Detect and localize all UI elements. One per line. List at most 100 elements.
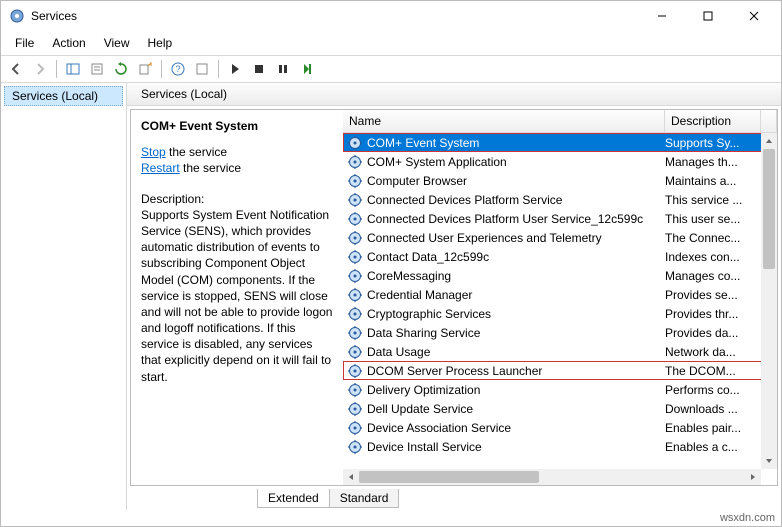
service-desc: Manages th... <box>665 155 761 169</box>
stop-service-button[interactable] <box>248 58 270 80</box>
back-button[interactable] <box>5 58 27 80</box>
service-desc: Manages co... <box>665 269 761 283</box>
gear-icon <box>347 401 363 417</box>
properties-button[interactable] <box>86 58 108 80</box>
maximize-button[interactable] <box>685 2 731 30</box>
column-description[interactable]: Description <box>665 110 761 132</box>
vertical-scrollbar[interactable] <box>761 133 777 469</box>
gear-icon <box>347 306 363 322</box>
service-row[interactable]: Data UsageNetwork da... <box>343 342 777 361</box>
service-row[interactable]: Data Sharing ServiceProvides da... <box>343 323 777 342</box>
scroll-up-icon[interactable] <box>761 133 777 149</box>
tree-root-label: Services (Local) <box>12 89 98 103</box>
service-row[interactable]: Connected Devices Platform User Service_… <box>343 209 777 228</box>
tree-root-item[interactable]: Services (Local) <box>4 86 123 106</box>
restart-link[interactable]: Restart <box>141 161 180 175</box>
service-desc: The Connec... <box>665 231 761 245</box>
service-name: Contact Data_12c599c <box>367 250 665 264</box>
main-body: Services (Local) Services (Local) COM+ E… <box>1 83 781 510</box>
service-name: Connected Devices Platform User Service_… <box>367 212 665 226</box>
service-row[interactable]: DCOM Server Process LauncherThe DCOM... <box>343 361 777 380</box>
service-row[interactable]: Computer BrowserMaintains a... <box>343 171 777 190</box>
watermark: wsxdn.com <box>1 510 781 526</box>
help-button[interactable]: ? <box>167 58 189 80</box>
forward-button[interactable] <box>29 58 51 80</box>
gear-icon <box>347 439 363 455</box>
service-desc: Supports Sy... <box>665 136 761 150</box>
service-name: Device Install Service <box>367 440 665 454</box>
service-desc: Performs co... <box>665 383 761 397</box>
horizontal-scrollbar[interactable] <box>343 469 761 485</box>
service-desc: Provides da... <box>665 326 761 340</box>
start-service-button[interactable] <box>224 58 246 80</box>
service-list[interactable]: Name Description COM+ Event SystemSuppor… <box>343 110 777 485</box>
gear-icon <box>347 268 363 284</box>
description-text: Supports System Event Notification Servi… <box>141 207 333 385</box>
service-row[interactable]: Contact Data_12c599cIndexes con... <box>343 247 777 266</box>
service-row[interactable]: Device Install ServiceEnables a c... <box>343 437 777 456</box>
scroll-right-icon[interactable] <box>745 473 761 481</box>
service-name: Computer Browser <box>367 174 665 188</box>
column-headers: Name Description <box>343 110 777 133</box>
service-name: Credential Manager <box>367 288 665 302</box>
scroll-left-icon[interactable] <box>343 473 359 481</box>
service-row[interactable]: CoreMessagingManages co... <box>343 266 777 285</box>
gear-icon <box>347 287 363 303</box>
service-name: COM+ System Application <box>367 155 665 169</box>
menubar: File Action View Help <box>1 31 781 56</box>
service-desc: Indexes con... <box>665 250 761 264</box>
menu-file[interactable]: File <box>7 33 42 53</box>
stop-link[interactable]: Stop <box>141 145 166 159</box>
gear-icon <box>347 363 363 379</box>
tab-standard[interactable]: Standard <box>329 489 400 508</box>
service-name: Connected Devices Platform Service <box>367 193 665 207</box>
column-name[interactable]: Name <box>343 110 665 132</box>
menu-action[interactable]: Action <box>44 33 93 53</box>
show-hide-tree-button[interactable] <box>62 58 84 80</box>
service-name: Device Association Service <box>367 421 665 435</box>
restart-service-line: Restart the service <box>141 160 333 176</box>
service-row[interactable]: Dell Update ServiceDownloads ... <box>343 399 777 418</box>
minimize-button[interactable] <box>639 2 685 30</box>
refresh-button[interactable] <box>110 58 132 80</box>
service-row[interactable]: COM+ System ApplicationManages th... <box>343 152 777 171</box>
service-name: Connected User Experiences and Telemetry <box>367 231 665 245</box>
window-title: Services <box>31 9 639 23</box>
panel-body: COM+ Event System Stop the service Resta… <box>130 109 778 486</box>
service-desc: This user se... <box>665 212 761 226</box>
titlebar: Services <box>1 1 781 31</box>
tree-pane[interactable]: Services (Local) <box>1 83 127 510</box>
service-row[interactable]: Device Association ServiceEnables pair..… <box>343 418 777 437</box>
service-rows[interactable]: COM+ Event SystemSupports Sy...COM+ Syst… <box>343 133 777 469</box>
gear-icon <box>347 344 363 360</box>
service-row[interactable]: Credential ManagerProvides se... <box>343 285 777 304</box>
service-desc: The DCOM... <box>665 364 761 378</box>
scroll-thumb[interactable] <box>763 149 775 269</box>
view-tabs: Extended Standard <box>127 489 781 510</box>
restart-service-button[interactable] <box>296 58 318 80</box>
column-scroll-spacer <box>761 110 777 132</box>
services-app-icon <box>9 8 25 24</box>
toolbar-separator <box>161 60 162 78</box>
action-button[interactable] <box>191 58 213 80</box>
service-name: Delivery Optimization <box>367 383 665 397</box>
scroll-thumb-h[interactable] <box>359 471 539 483</box>
toolbar-separator <box>56 60 57 78</box>
menu-view[interactable]: View <box>96 33 138 53</box>
pause-service-button[interactable] <box>272 58 294 80</box>
gear-icon <box>347 173 363 189</box>
gear-icon <box>347 230 363 246</box>
service-desc: Downloads ... <box>665 402 761 416</box>
scroll-down-icon[interactable] <box>761 453 777 469</box>
service-row[interactable]: Delivery OptimizationPerforms co... <box>343 380 777 399</box>
service-row[interactable]: COM+ Event SystemSupports Sy... <box>343 133 777 152</box>
service-row[interactable]: Connected Devices Platform ServiceThis s… <box>343 190 777 209</box>
export-button[interactable] <box>134 58 156 80</box>
close-button[interactable] <box>731 2 777 30</box>
service-row[interactable]: Cryptographic ServicesProvides thr... <box>343 304 777 323</box>
menu-help[interactable]: Help <box>140 33 181 53</box>
service-desc: Enables a c... <box>665 440 761 454</box>
tab-extended[interactable]: Extended <box>257 489 330 508</box>
service-row[interactable]: Connected User Experiences and Telemetry… <box>343 228 777 247</box>
service-desc: Network da... <box>665 345 761 359</box>
